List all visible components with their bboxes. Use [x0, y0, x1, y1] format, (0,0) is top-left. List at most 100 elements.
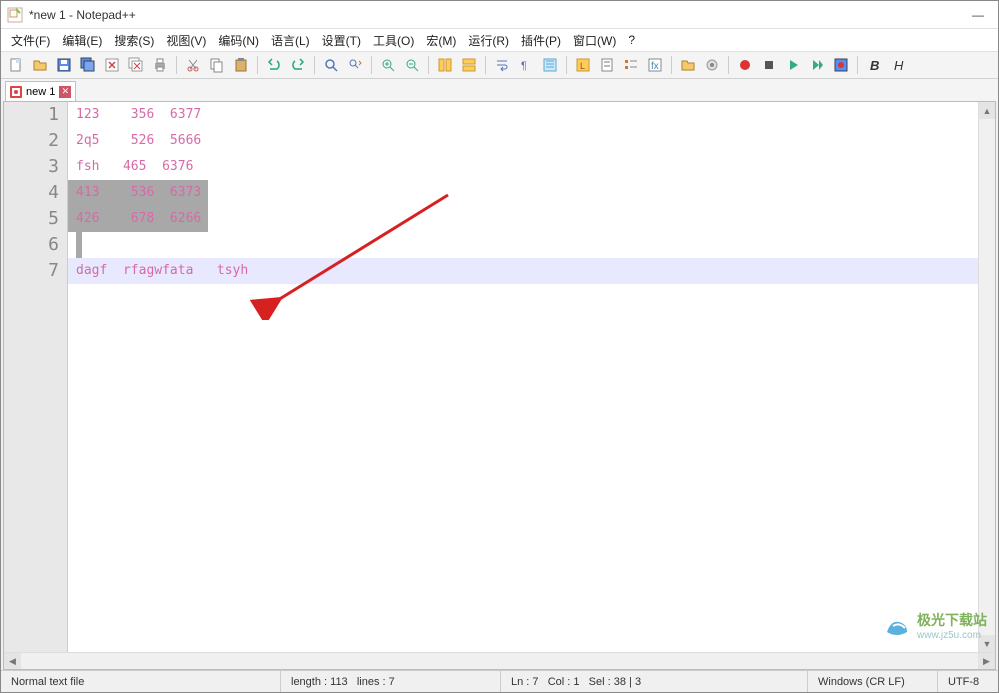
code-line[interactable]: 2q5 526 5666	[68, 128, 978, 154]
svg-text:¶: ¶	[521, 60, 527, 72]
func-list-icon[interactable]: fx	[644, 54, 666, 76]
editor: 1234567 123 356 63772q5 526 5666fsh 465 …	[3, 101, 996, 670]
scroll-up-icon[interactable]: ▲	[979, 102, 995, 119]
minimize-button[interactable]: —	[972, 8, 984, 22]
menu-view[interactable]: 视图(V)	[160, 30, 212, 51]
line-number: 7	[4, 258, 59, 284]
line-number: 6	[4, 232, 59, 258]
menu-search[interactable]: 搜索(S)	[108, 30, 160, 51]
toolbar-separator	[671, 56, 672, 74]
save-macro-icon[interactable]	[830, 54, 852, 76]
code-line[interactable]	[68, 232, 978, 258]
bold-icon[interactable]: B	[863, 54, 885, 76]
save-icon[interactable]	[53, 54, 75, 76]
undo-icon[interactable]	[263, 54, 285, 76]
code-line[interactable]: fsh 465 6376	[68, 154, 978, 180]
redo-icon[interactable]	[287, 54, 309, 76]
close-icon[interactable]	[101, 54, 123, 76]
status-encoding[interactable]: UTF-8	[938, 671, 998, 692]
playback-icon[interactable]	[806, 54, 828, 76]
code-line[interactable]: 426 678 6266	[68, 206, 978, 232]
tab-new-1[interactable]: new 1 ✕	[5, 81, 76, 101]
udl-icon[interactable]: L	[572, 54, 594, 76]
hidden-chars-icon[interactable]: ¶	[515, 54, 537, 76]
monitor-icon[interactable]	[701, 54, 723, 76]
toolbar-separator	[314, 56, 315, 74]
menu-edit[interactable]: 编辑(E)	[56, 30, 108, 51]
menu-tools[interactable]: 工具(O)	[367, 30, 420, 51]
doc-list-icon[interactable]	[620, 54, 642, 76]
menu-help[interactable]: ?	[622, 31, 641, 49]
code-area[interactable]: 123 356 63772q5 526 5666fsh 465 6376413 …	[68, 102, 978, 652]
zoom-in-icon[interactable]	[377, 54, 399, 76]
save-all-icon[interactable]	[77, 54, 99, 76]
menu-bar: 文件(F) 编辑(E) 搜索(S) 视图(V) 编码(N) 语言(L) 设置(T…	[1, 29, 998, 51]
menu-encoding[interactable]: 编码(N)	[212, 30, 265, 51]
menu-run[interactable]: 运行(R)	[462, 30, 515, 51]
new-file-icon[interactable]	[5, 54, 27, 76]
status-length-lines: length : 113 lines : 7	[281, 671, 501, 692]
stop-icon[interactable]	[758, 54, 780, 76]
svg-text:H: H	[894, 58, 904, 73]
code-line[interactable]: 413 536 6373	[68, 180, 978, 206]
replace-icon[interactable]	[344, 54, 366, 76]
cut-icon[interactable]	[182, 54, 204, 76]
tab-bar: new 1 ✕	[1, 79, 998, 101]
toolbar-separator	[371, 56, 372, 74]
window-title: *new 1 - Notepad++	[29, 8, 972, 22]
toolbar-separator	[857, 56, 858, 74]
line-number: 5	[4, 206, 59, 232]
file-modified-icon	[10, 86, 22, 98]
wrap-icon[interactable]	[491, 54, 513, 76]
svg-text:B: B	[870, 58, 879, 73]
record-icon[interactable]	[734, 54, 756, 76]
toolbar-separator	[485, 56, 486, 74]
code-line[interactable]: dagf rfagwfata tsyh	[68, 258, 978, 284]
status-bar: Normal text file length : 113 lines : 7 …	[1, 670, 998, 692]
title-bar: *new 1 - Notepad++ —	[1, 1, 998, 29]
open-file-icon[interactable]	[29, 54, 51, 76]
horizontal-scrollbar[interactable]: ◀ ▶	[4, 652, 995, 669]
status-eol[interactable]: Windows (CR LF)	[808, 671, 938, 692]
tab-close-button[interactable]: ✕	[59, 86, 71, 98]
print-icon[interactable]	[149, 54, 171, 76]
toolbar-separator	[176, 56, 177, 74]
tab-label: new 1	[26, 86, 55, 98]
menu-file[interactable]: 文件(F)	[5, 30, 56, 51]
code-line[interactable]: 123 356 6377	[68, 102, 978, 128]
zoom-out-icon[interactable]	[401, 54, 423, 76]
line-number: 2	[4, 128, 59, 154]
scroll-right-icon[interactable]: ▶	[978, 653, 995, 669]
italic-icon[interactable]: H	[887, 54, 909, 76]
close-all-icon[interactable]	[125, 54, 147, 76]
doc-map-icon[interactable]	[596, 54, 618, 76]
menu-plugins[interactable]: 插件(P)	[515, 30, 567, 51]
line-number-gutter: 1234567	[4, 102, 68, 652]
find-icon[interactable]	[320, 54, 342, 76]
line-number: 4	[4, 180, 59, 206]
status-filetype: Normal text file	[1, 671, 281, 692]
menu-settings[interactable]: 设置(T)	[316, 30, 367, 51]
menu-macro[interactable]: 宏(M)	[420, 30, 462, 51]
toolbar-separator	[257, 56, 258, 74]
paste-icon[interactable]	[230, 54, 252, 76]
line-number: 3	[4, 154, 59, 180]
scroll-left-icon[interactable]: ◀	[4, 653, 21, 669]
menu-window[interactable]: 窗口(W)	[567, 30, 622, 51]
toolbar-separator	[728, 56, 729, 74]
sync-v-icon[interactable]	[434, 54, 456, 76]
line-number: 1	[4, 102, 59, 128]
folder-icon[interactable]	[677, 54, 699, 76]
scroll-down-icon[interactable]: ▼	[979, 635, 995, 652]
play-icon[interactable]	[782, 54, 804, 76]
copy-icon[interactable]	[206, 54, 228, 76]
menu-language[interactable]: 语言(L)	[265, 30, 316, 51]
toolbar-separator	[428, 56, 429, 74]
indent-guide-icon[interactable]	[539, 54, 561, 76]
vertical-scrollbar[interactable]: ▲ ▼	[978, 102, 995, 652]
sync-h-icon[interactable]	[458, 54, 480, 76]
svg-text:L: L	[580, 61, 585, 71]
app-icon	[7, 7, 23, 23]
window-controls: —	[972, 8, 992, 22]
svg-text:fx: fx	[651, 61, 659, 72]
